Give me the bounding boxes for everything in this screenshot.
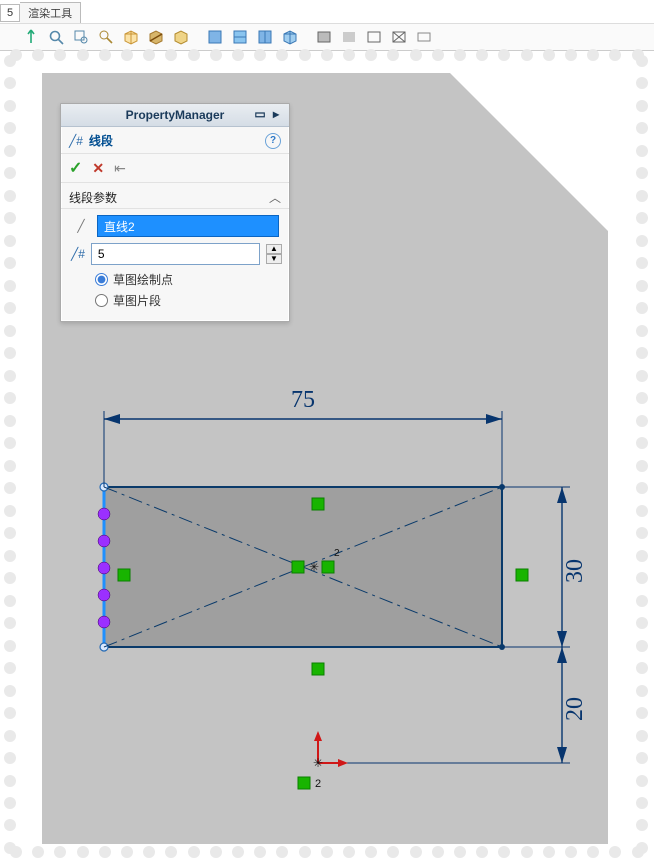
dimension-offset: 20: [332, 647, 588, 763]
radio-sketch-segments-input[interactable]: [95, 294, 108, 307]
section-icon[interactable]: [145, 26, 167, 48]
view-right-icon[interactable]: [254, 26, 276, 48]
radio-sketch-segments-label: 草图片段: [113, 292, 161, 309]
center-marker-label: 2: [334, 548, 340, 559]
count-spinner[interactable]: ▲ ▼: [266, 244, 282, 264]
dimension-width-label: 75: [291, 389, 315, 413]
corner-point: [499, 644, 505, 650]
section-header[interactable]: 线段参数 ︿: [61, 183, 289, 209]
view-toolbar: [0, 23, 654, 51]
endpoint: [100, 643, 108, 651]
view-iso-icon[interactable]: [279, 26, 301, 48]
origin-triad: ✳ 2: [298, 731, 348, 790]
section-title: 线段参数: [69, 189, 117, 206]
relation-handle: [118, 569, 130, 581]
shaded-edges-icon[interactable]: [313, 26, 335, 48]
radio-sketch-segments[interactable]: 草图片段: [95, 292, 279, 309]
zoom-fit-icon[interactable]: [45, 26, 67, 48]
centerline: [104, 487, 502, 647]
segment-count-input[interactable]: [91, 243, 260, 265]
segment-icon: ╱#: [69, 134, 83, 148]
endpoint: [100, 483, 108, 491]
shaded-icon[interactable]: [338, 26, 360, 48]
tab-render-tools[interactable]: 渲染工具: [20, 2, 81, 24]
radio-sketch-points[interactable]: 草图绘制点: [95, 271, 279, 288]
pin-button[interactable]: ⇤: [114, 160, 126, 177]
dimension-width: 75: [104, 389, 502, 487]
help-icon[interactable]: ?: [265, 133, 281, 149]
count-icon: ╱#: [71, 247, 85, 261]
origin-marker-label: 2: [315, 778, 321, 790]
cancel-button[interactable]: ✕: [92, 160, 104, 177]
relation-handle: [516, 569, 528, 581]
center-point-cluster: ✳ 2: [292, 548, 340, 574]
graphics-viewport[interactable]: PropertyManager ▭ ▸ ╱# 线段 ? ✓ ✕ ⇤ 线段参数: [42, 73, 608, 844]
zoom-select-icon[interactable]: [95, 26, 117, 48]
hidden-removed-icon[interactable]: [363, 26, 385, 48]
ok-button[interactable]: ✓: [69, 158, 82, 178]
svg-text:✳: ✳: [309, 560, 319, 574]
stamp-border-frame: for(let i=0;i<29;i++)document.write('<di…: [10, 55, 644, 854]
property-manager-panel: PropertyManager ▭ ▸ ╱# 线段 ? ✓ ✕ ⇤ 线段参数: [60, 103, 290, 322]
pm-unpin-icon[interactable]: ▭: [253, 107, 267, 121]
svg-text:✳: ✳: [313, 756, 323, 770]
dimension-offset-label: 20: [562, 697, 588, 721]
feature-label: 线段: [89, 132, 113, 149]
radio-sketch-points-label: 草图绘制点: [113, 271, 173, 288]
relation-handle: [312, 663, 324, 675]
zoom-area-icon[interactable]: [70, 26, 92, 48]
count-spin-up[interactable]: ▲: [266, 244, 282, 254]
trimetric-icon[interactable]: [120, 26, 142, 48]
count-spin-down[interactable]: ▼: [266, 254, 282, 264]
axis-arrow-icon[interactable]: [20, 26, 42, 48]
dimension-height: 30: [502, 487, 588, 647]
sketch-rectangle: [104, 487, 502, 647]
tab-index: 5: [0, 4, 20, 22]
model-chamfer: [449, 72, 609, 232]
line-entity-icon: ╱: [71, 219, 91, 233]
pm-expand-icon[interactable]: ▸: [269, 107, 283, 121]
view-top-icon[interactable]: [229, 26, 251, 48]
relation-handle: [312, 498, 324, 510]
render-icon[interactable]: [170, 26, 192, 48]
wireframe-icon[interactable]: [388, 26, 410, 48]
sketch-canvas: 75 30 20: [42, 389, 608, 843]
chevron-up-icon: ︿: [269, 189, 281, 206]
view-front-icon[interactable]: [204, 26, 226, 48]
dimension-height-label: 30: [562, 559, 588, 583]
pm-title: PropertyManager ▭ ▸: [61, 104, 289, 127]
corner-point: [499, 484, 505, 490]
entity-input[interactable]: [97, 215, 279, 237]
segment-division-points: [98, 508, 110, 628]
radio-sketch-points-input[interactable]: [95, 273, 108, 286]
more-views-icon[interactable]: [413, 26, 435, 48]
pm-title-text: PropertyManager: [126, 108, 225, 122]
centerline: [104, 487, 502, 647]
